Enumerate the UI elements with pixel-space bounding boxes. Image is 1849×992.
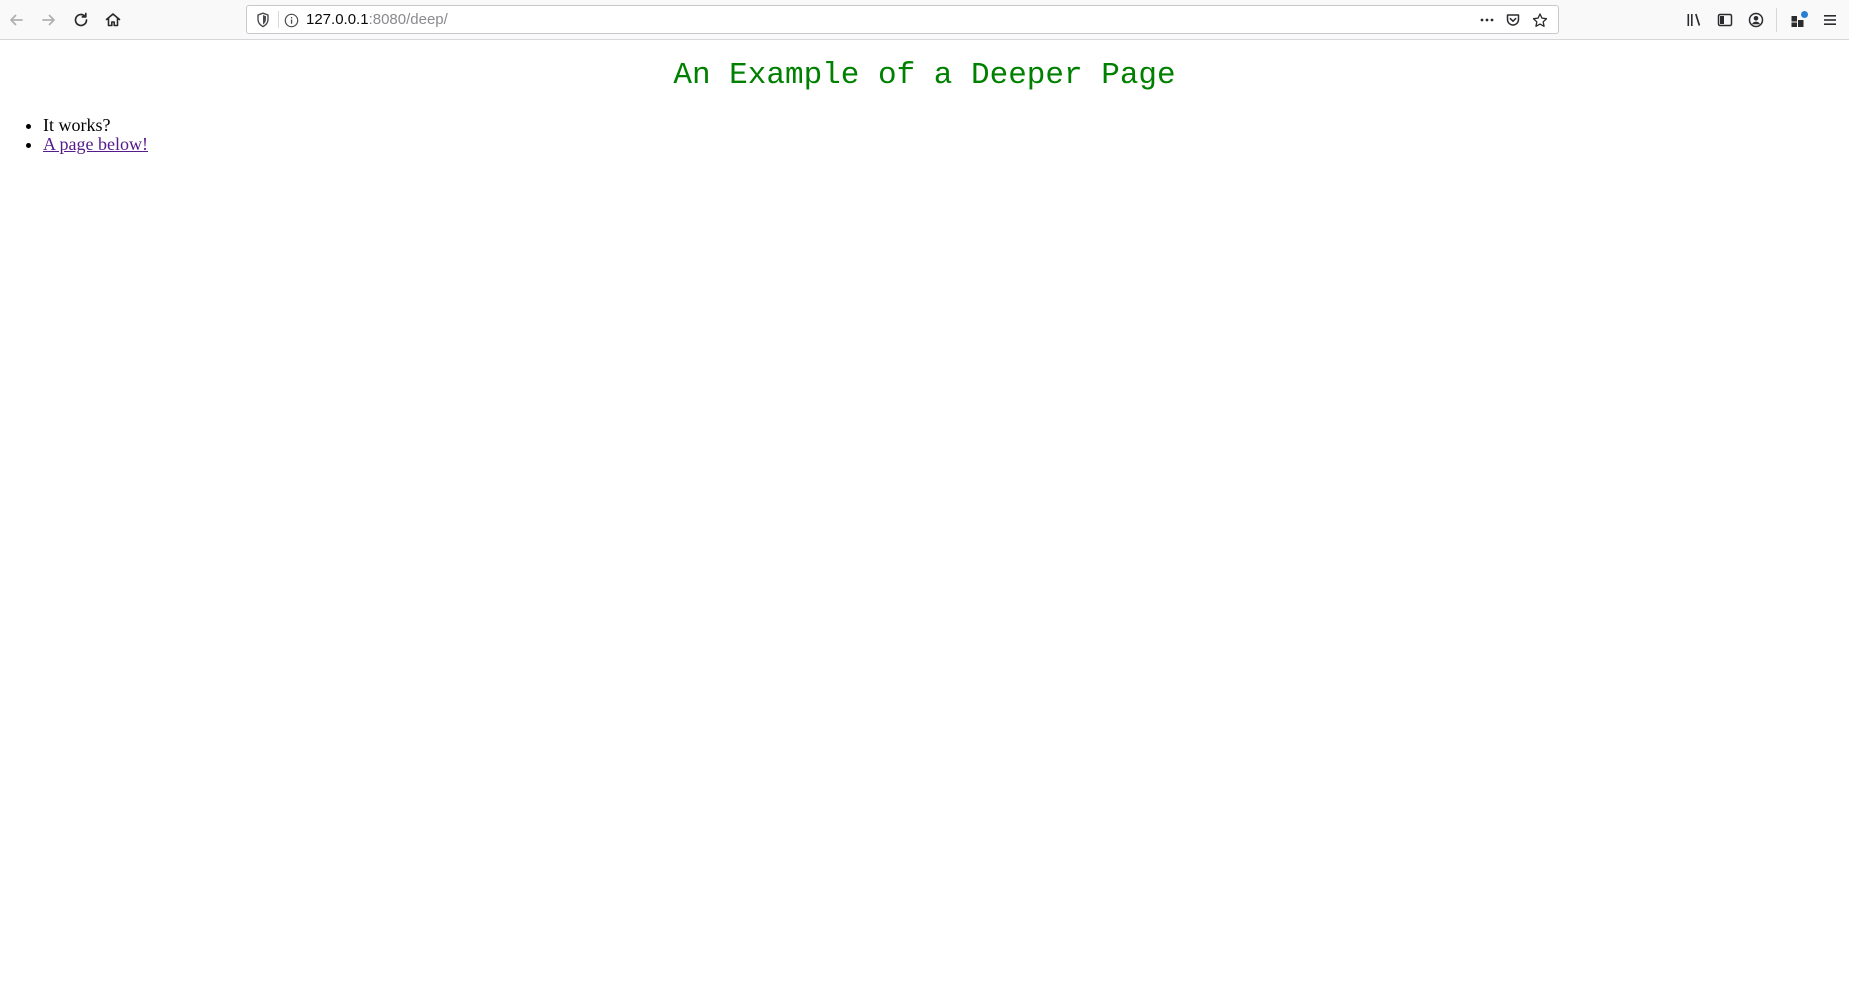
list-item-text: It works?	[43, 115, 111, 135]
extensions-icon	[1789, 11, 1808, 29]
account-icon	[1747, 11, 1765, 29]
info-icon[interactable]	[283, 12, 299, 28]
forward-button[interactable]	[35, 6, 63, 34]
list-item: It works?	[43, 116, 148, 135]
menu-button[interactable]	[1816, 6, 1844, 34]
url-path: :8080/deep/	[368, 11, 448, 28]
list-item: A page below!	[43, 135, 148, 154]
sidebar-button[interactable]	[1711, 6, 1739, 34]
page-below-link[interactable]: A page below!	[43, 134, 148, 154]
account-button[interactable]	[1742, 6, 1770, 34]
extensions-button[interactable]	[1784, 6, 1812, 34]
url-separator	[278, 11, 279, 28]
ellipsis-icon[interactable]	[1479, 12, 1495, 28]
url-text[interactable]: 127.0.0.1:8080/deep/	[306, 11, 448, 29]
hamburger-menu-icon	[1821, 11, 1839, 29]
library-icon	[1685, 11, 1703, 29]
reload-icon	[72, 11, 90, 29]
star-icon[interactable]	[1532, 12, 1548, 28]
arrow-right-icon	[40, 11, 58, 29]
browser-toolbar: 127.0.0.1:8080/deep/	[0, 0, 1849, 40]
home-icon	[104, 11, 122, 29]
page-content: An Example of a Deeper Page It works? A …	[0, 40, 1849, 992]
item-list: It works? A page below!	[27, 116, 148, 154]
sidebar-icon	[1716, 11, 1734, 29]
page-title: An Example of a Deeper Page	[673, 58, 1176, 93]
home-button[interactable]	[99, 6, 127, 34]
library-button[interactable]	[1680, 6, 1708, 34]
reload-button[interactable]	[67, 6, 95, 34]
url-host: 127.0.0.1	[306, 11, 369, 28]
shield-icon[interactable]	[255, 12, 271, 28]
toolbar-separator	[1776, 8, 1777, 32]
pocket-icon[interactable]	[1505, 12, 1521, 28]
arrow-left-icon	[7, 11, 25, 29]
address-bar[interactable]: 127.0.0.1:8080/deep/	[246, 5, 1559, 34]
notification-dot	[1801, 11, 1808, 18]
back-button[interactable]	[2, 6, 30, 34]
